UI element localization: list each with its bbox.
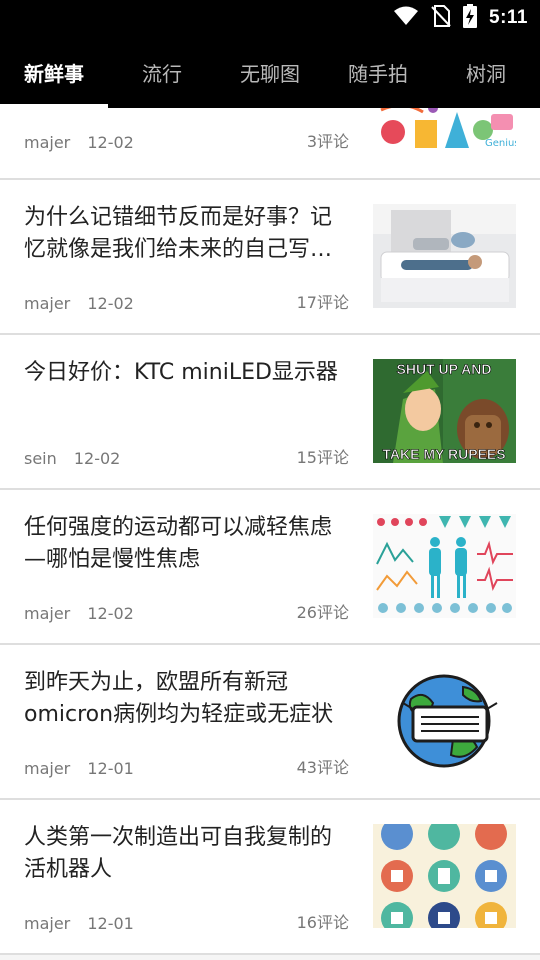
post-thumbnail bbox=[373, 514, 516, 618]
svg-text:Genius!: Genius! bbox=[485, 138, 516, 149]
post-meta: majer 12-02 bbox=[24, 604, 146, 623]
post-title: 人类第一次制造出可自我复制的活机器人 bbox=[24, 825, 333, 882]
battery-charging-icon bbox=[463, 4, 478, 32]
wifi-icon bbox=[393, 6, 419, 30]
category-tabs: 新鲜事 流行 无聊图 随手拍 树洞 bbox=[0, 36, 540, 108]
list-item[interactable]: majer 12-02 3评论 Genius! bbox=[0, 108, 540, 180]
status-time: 5:11 bbox=[489, 7, 528, 28]
list-item[interactable]: 今日好价：KTC miniLED显示器 sein 12-02 15评论 SHUT… bbox=[0, 335, 540, 490]
post-comments: 15评论 bbox=[296, 448, 349, 467]
post-thumbnail bbox=[373, 204, 516, 308]
meme-top-text: SHUT UP AND bbox=[397, 361, 492, 377]
post-author: sein bbox=[24, 449, 57, 468]
post-author: majer bbox=[24, 133, 71, 152]
post-thumbnail: Genius! bbox=[373, 108, 516, 154]
meme-bottom-text: TAKE MY RUPEES bbox=[382, 446, 505, 462]
post-author: majer bbox=[24, 914, 71, 933]
post-date: 12-02 bbox=[73, 449, 121, 468]
post-meta: majer 12-01 bbox=[24, 914, 146, 933]
post-title: 为什么记错细节反而是好事？记忆就像是我们给未来的自己写的信 bbox=[24, 205, 333, 262]
tab-snapshots[interactable]: 随手拍 bbox=[324, 36, 432, 108]
post-date: 12-01 bbox=[87, 759, 134, 778]
post-author: majer bbox=[24, 604, 71, 623]
post-date: 12-01 bbox=[87, 914, 134, 933]
post-title: 任何强度的运动都可以减轻焦虑—哪怕是慢性焦虑 bbox=[24, 515, 333, 572]
list-item[interactable]: 到昨天为止，欧盟所有新冠omicron病例均为轻症或无症状 majer 12-0… bbox=[0, 645, 540, 800]
list-item[interactable]: 任何强度的运动都可以减轻焦虑—哪怕是慢性焦虑 majer 12-02 26评论 bbox=[0, 490, 540, 645]
post-comments: 17评论 bbox=[296, 293, 349, 312]
post-thumbnail bbox=[373, 669, 516, 773]
post-author: majer bbox=[24, 759, 71, 778]
post-comments: 43评论 bbox=[296, 758, 349, 777]
tab-boring-pics[interactable]: 无聊图 bbox=[216, 36, 324, 108]
post-date: 12-02 bbox=[87, 133, 134, 152]
post-author: majer bbox=[24, 294, 71, 313]
post-comments: 16评论 bbox=[296, 913, 349, 932]
post-meta: majer 12-02 bbox=[24, 294, 146, 313]
post-title: 今日好价：KTC miniLED显示器 bbox=[24, 360, 338, 385]
tab-tree-hole[interactable]: 树洞 bbox=[432, 36, 540, 108]
post-date: 12-02 bbox=[87, 604, 134, 623]
tab-new[interactable]: 新鲜事 bbox=[0, 36, 108, 108]
post-list: majer 12-02 3评论 Genius! 为什么记错细节反而是好事？记忆就… bbox=[0, 108, 540, 960]
post-meta: majer 12-01 bbox=[24, 759, 146, 778]
list-item[interactable]: 为什么记错细节反而是好事？记忆就像是我们给未来的自己写的信 majer 12-0… bbox=[0, 180, 540, 335]
status-bar: 5:11 bbox=[0, 0, 540, 36]
post-title: 到昨天为止，欧盟所有新冠omicron病例均为轻症或无症状 bbox=[24, 670, 334, 727]
list-item[interactable]: 人类第一次制造出可自我复制的活机器人 majer 12-01 16评论 bbox=[0, 800, 540, 955]
status-icons: 5:11 bbox=[393, 4, 528, 32]
post-thumbnail: SHUT UP AND TAKE MY RUPEES bbox=[373, 359, 516, 463]
no-sim-icon bbox=[431, 5, 451, 31]
post-meta: majer 12-02 bbox=[24, 133, 146, 152]
post-meta: sein 12-02 bbox=[24, 449, 132, 468]
tab-popular[interactable]: 流行 bbox=[108, 36, 216, 108]
post-date: 12-02 bbox=[87, 294, 134, 313]
post-comments: 3评论 bbox=[306, 132, 349, 151]
post-thumbnail bbox=[373, 824, 516, 928]
post-comments: 26评论 bbox=[296, 603, 349, 622]
